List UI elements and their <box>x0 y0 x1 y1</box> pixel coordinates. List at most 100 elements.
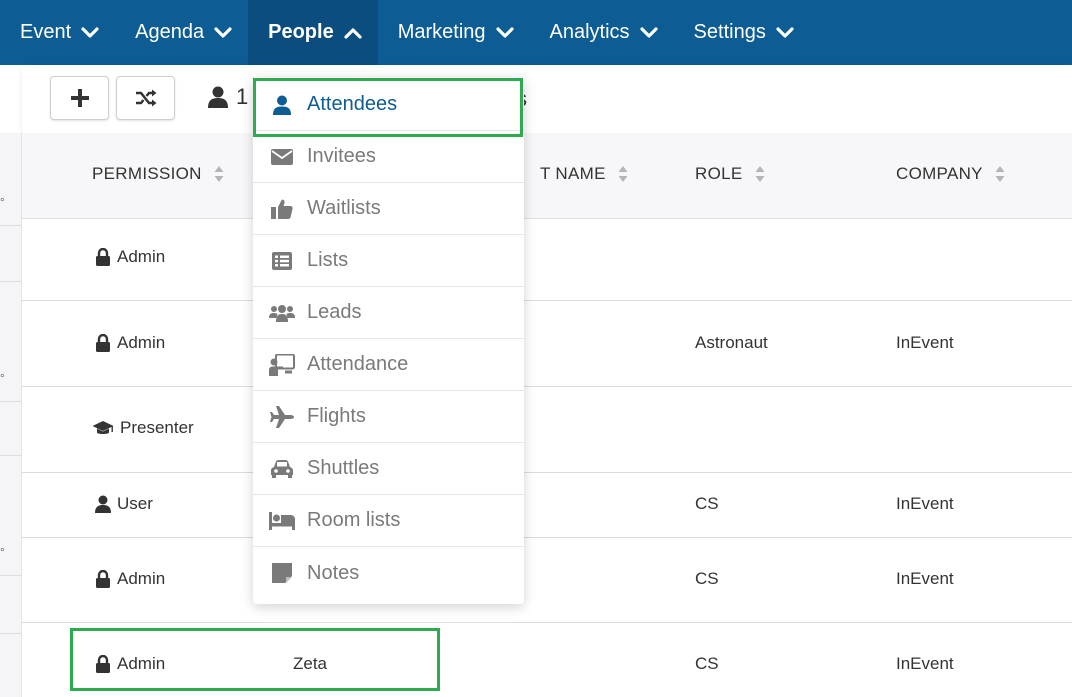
car-icon <box>269 459 295 478</box>
menu-item-label: Waitlists <box>307 197 381 219</box>
permission-cell: User <box>95 494 153 514</box>
attendees-highlight <box>253 78 523 137</box>
divider <box>0 455 22 456</box>
menu-item-label: Invitees <box>307 145 376 167</box>
permission-label: Admin <box>117 247 166 266</box>
table-row[interactable]: Admin Astronaut InEvent <box>22 301 1072 387</box>
sort-icon <box>995 165 1005 183</box>
attendee-count: 1 <box>208 84 248 110</box>
left-panel-edge: ° ° ° <box>0 133 22 697</box>
menu-item-waitlists[interactable]: Waitlists <box>253 183 524 235</box>
chevron-down-icon <box>81 26 99 39</box>
nav-agenda-label: Agenda <box>135 21 205 43</box>
column-header-permission[interactable]: PERMISSION <box>92 164 224 184</box>
menu-item-label: Leads <box>307 301 362 323</box>
permission-cell: Admin <box>95 569 165 589</box>
chevron-down-icon <box>776 26 794 39</box>
thumbs-up-icon <box>269 198 295 220</box>
nav-analytics[interactable]: Analytics <box>530 0 674 65</box>
graduation-cap-icon <box>92 421 114 434</box>
nav-marketing[interactable]: Marketing <box>378 0 530 65</box>
divider <box>0 281 22 282</box>
menu-item-label: Attendance <box>307 353 409 375</box>
menu-item-attendance[interactable]: Attendance <box>253 339 524 391</box>
plane-icon <box>269 405 295 428</box>
top-nav: Event Agenda People Marketing Analytics … <box>0 0 1072 65</box>
sticky-note-icon <box>269 563 295 583</box>
nav-marketing-label: Marketing <box>397 21 486 43</box>
menu-item-lists[interactable]: Lists <box>253 235 524 287</box>
nav-people-label: People <box>268 21 334 43</box>
nav-agenda[interactable]: Agenda <box>115 0 248 65</box>
add-button[interactable] <box>50 76 109 120</box>
company-cell: InEvent <box>896 494 954 513</box>
menu-item-label: Notes <box>307 561 360 584</box>
chalkboard-user-icon <box>269 353 295 376</box>
role-cell: Astronaut <box>695 333 768 352</box>
company-cell: InEvent <box>896 333 954 352</box>
nav-event[interactable]: Event <box>0 0 115 65</box>
count-text: 1 <box>236 84 249 109</box>
lock-icon <box>96 248 110 266</box>
shuffle-icon <box>135 89 156 107</box>
permission-label: Presenter <box>120 418 194 437</box>
nav-event-label: Event <box>20 21 72 43</box>
row-highlight <box>70 628 440 691</box>
sort-icon <box>214 165 224 183</box>
chevron-down-icon <box>495 26 514 39</box>
menu-item-notes[interactable]: Notes <box>253 547 524 599</box>
table-row[interactable]: User CS InEvent <box>22 473 1072 538</box>
chevron-up-icon <box>344 27 362 39</box>
permission-label: Admin <box>117 569 166 588</box>
nav-settings[interactable]: Settings <box>674 0 810 65</box>
column-header-label: ROLE <box>695 164 743 183</box>
role-cell: CS <box>695 494 719 513</box>
column-header-company[interactable]: COMPANY <box>896 164 1005 184</box>
toolbar: 1 <box>22 65 1072 133</box>
lock-icon <box>96 334 110 352</box>
menu-item-label: Room lists <box>307 509 401 531</box>
nav-people[interactable]: People <box>248 0 378 65</box>
company-cell: InEvent <box>896 569 954 588</box>
divider <box>0 401 22 402</box>
degree-mark: ° <box>0 371 5 385</box>
menu-item-room-lists[interactable]: Room lists <box>253 495 524 547</box>
menu-item-flights[interactable]: Flights <box>253 391 524 443</box>
chevron-down-icon <box>214 26 232 39</box>
lock-icon <box>96 570 110 588</box>
menu-item-leads[interactable]: Leads <box>253 287 524 339</box>
column-header-role[interactable]: ROLE <box>695 164 765 184</box>
sort-icon <box>618 165 628 183</box>
chevron-down-icon <box>639 26 658 39</box>
menu-item-shuttles[interactable]: Shuttles <box>253 443 524 495</box>
menu-item-label: Lists <box>307 249 349 271</box>
permission-cell: Admin <box>95 333 165 353</box>
bed-icon <box>269 511 295 530</box>
permission-label: User <box>117 494 153 513</box>
divider <box>0 575 22 576</box>
nav-settings-label: Settings <box>693 21 766 43</box>
users-icon <box>269 304 295 322</box>
plus-icon <box>70 89 89 107</box>
menu-item-invitees[interactable]: Invitees <box>253 131 524 183</box>
divider <box>0 225 22 226</box>
list-icon <box>269 251 295 270</box>
degree-mark: ° <box>0 195 5 209</box>
permission-cell: Admin <box>95 247 165 267</box>
permission-label: Admin <box>117 333 166 352</box>
shuffle-button[interactable] <box>116 76 175 120</box>
table-row[interactable]: Admin CS InEvent <box>22 538 1072 623</box>
people-dropdown-menu: Attendees Invitees Waitlists Lists Leads… <box>253 77 524 604</box>
envelope-icon <box>269 148 295 165</box>
table-row[interactable]: Presenter <box>22 387 1072 473</box>
column-header-label: T NAME <box>540 164 606 183</box>
menu-item-label: Shuttles <box>307 457 380 479</box>
column-header-last-name[interactable]: T NAME <box>540 164 628 184</box>
menu-item-label: Flights <box>307 405 366 427</box>
table-row[interactable]: Admin <box>22 219 1072 301</box>
nav-analytics-label: Analytics <box>549 21 630 43</box>
column-header-label: PERMISSION <box>92 164 202 183</box>
company-cell: InEvent <box>896 654 954 673</box>
role-cell: CS <box>695 569 719 588</box>
column-header-label: COMPANY <box>896 164 983 183</box>
